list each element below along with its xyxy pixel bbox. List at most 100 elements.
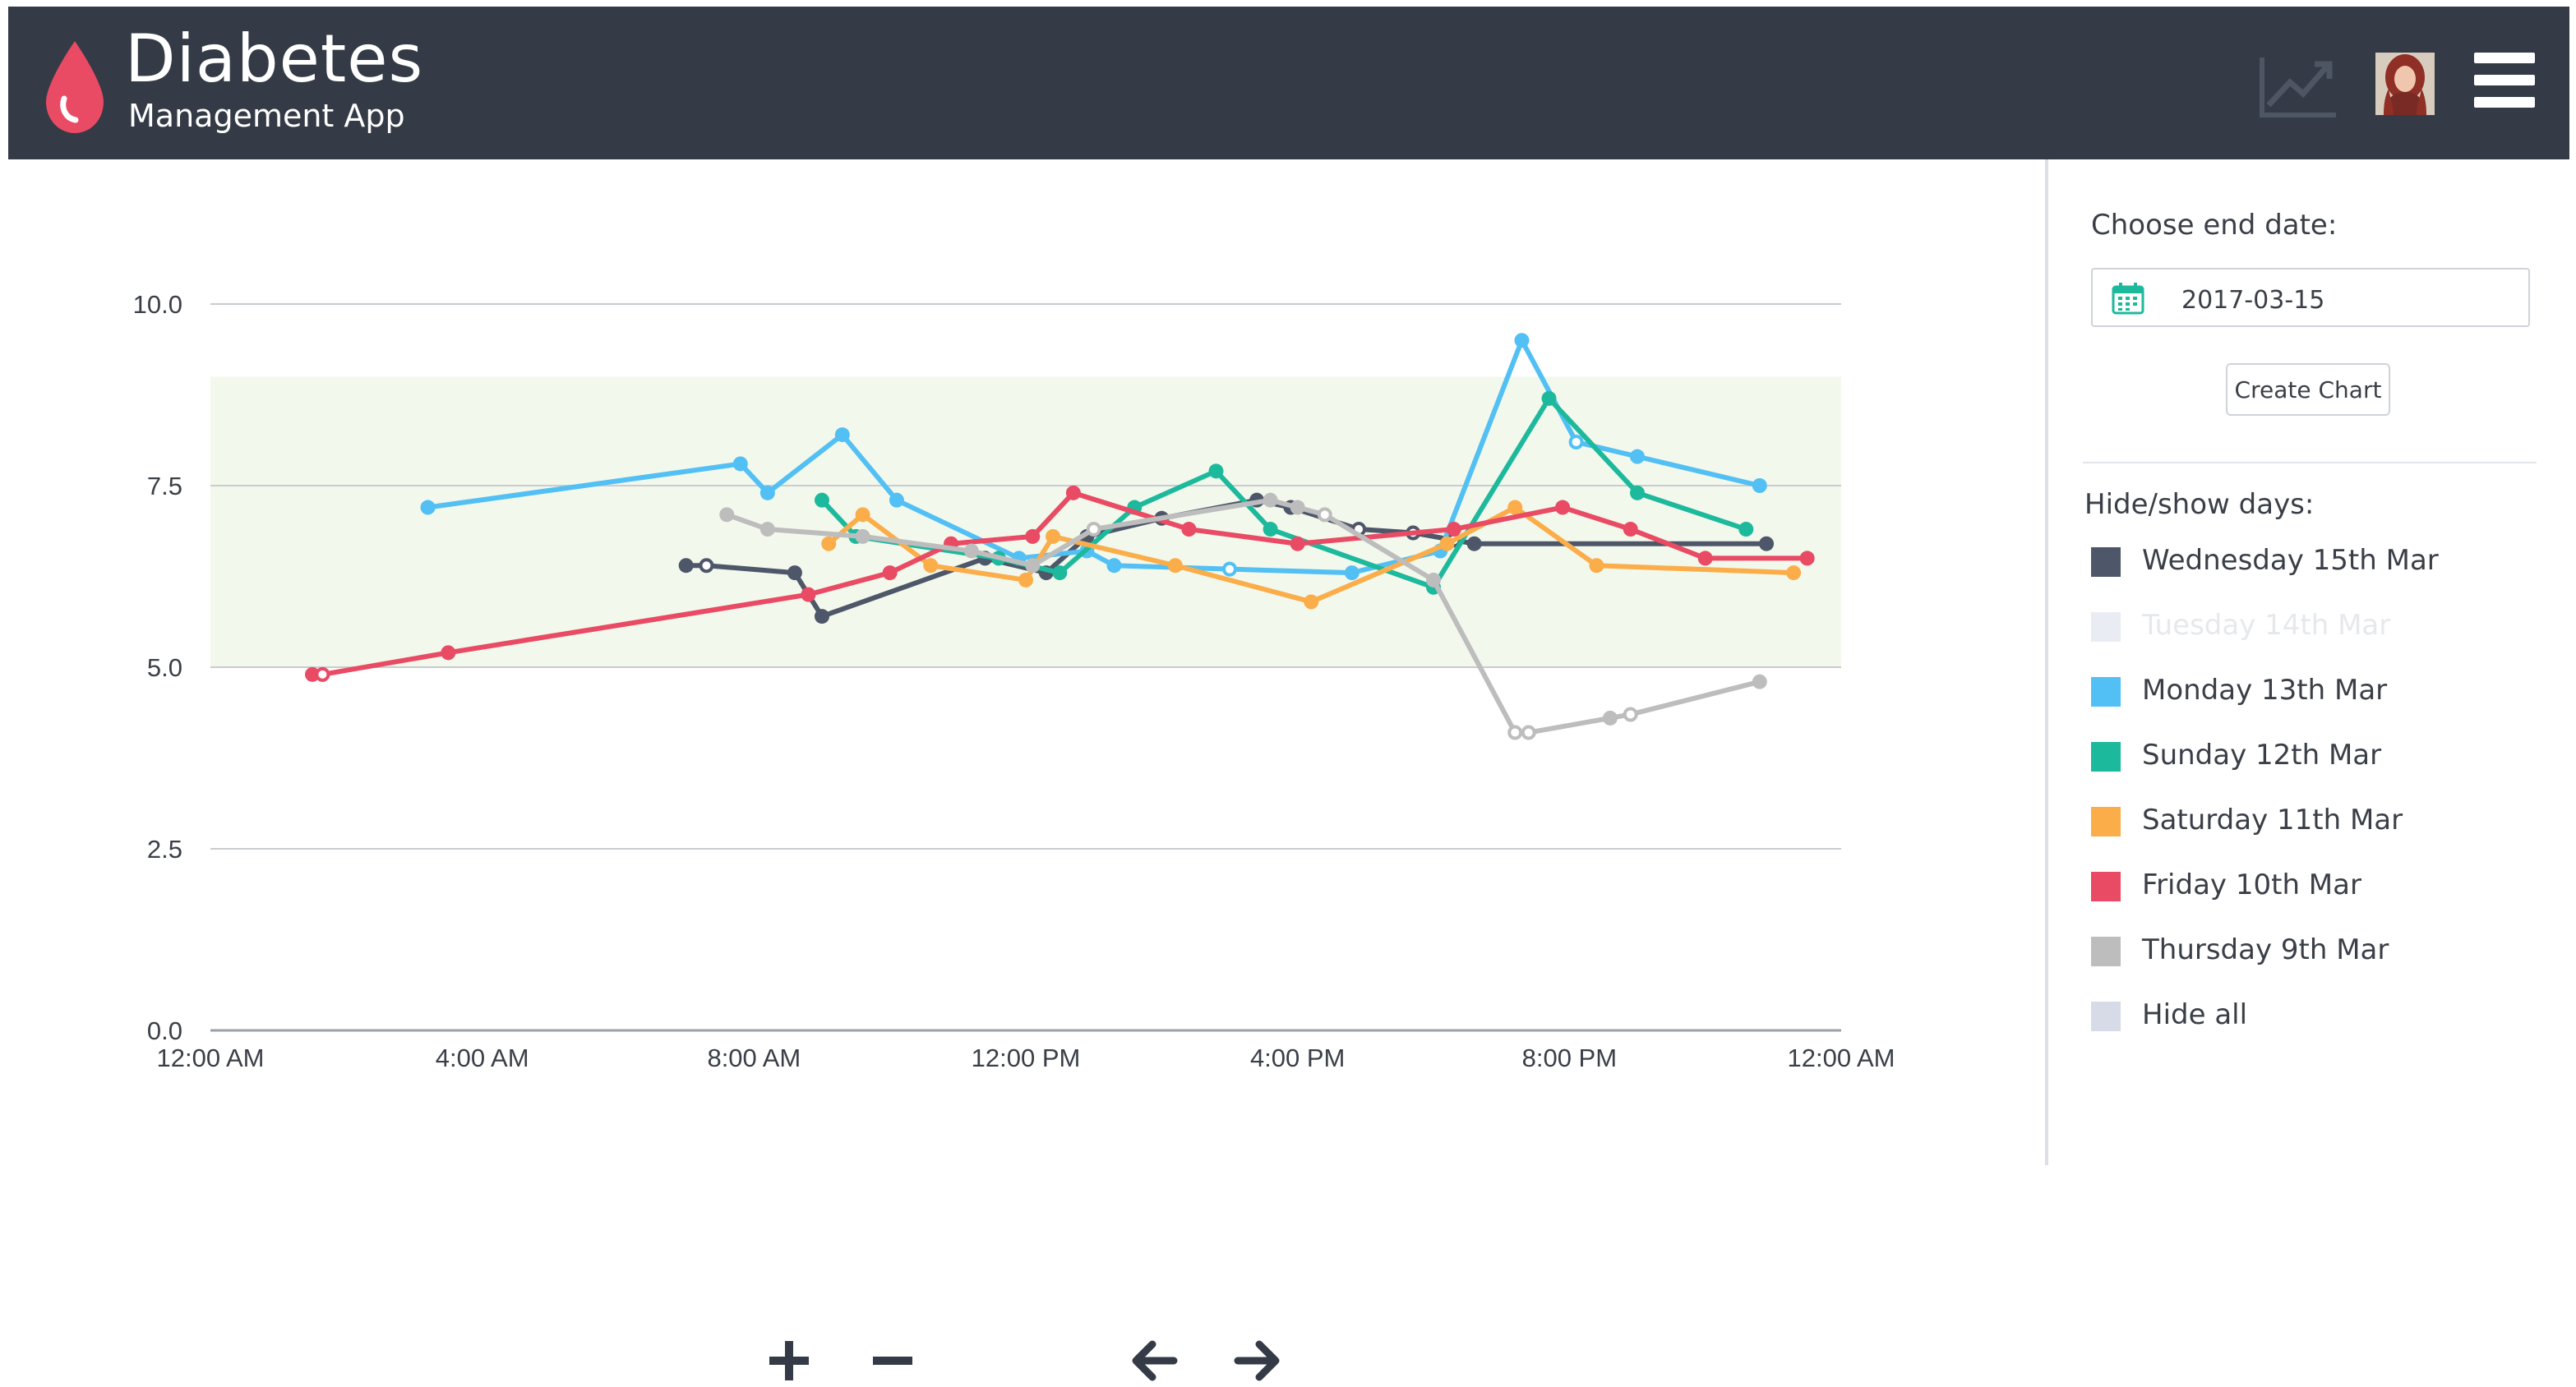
day-color-swatch bbox=[2091, 612, 2121, 642]
data-point-friday-10th-mar bbox=[1065, 485, 1081, 500]
x-tick-label: 12:00 AM bbox=[1788, 1044, 1895, 1072]
day-color-swatch bbox=[2091, 872, 2121, 901]
data-point-friday-10th-mar bbox=[1446, 522, 1461, 537]
hide-show-days-label: Hide/show days: bbox=[2084, 488, 2315, 521]
back-arrow-button[interactable] bbox=[1128, 1334, 1180, 1387]
data-point-thursday-9th-mar bbox=[1521, 725, 1536, 740]
data-point-thursday-9th-mar bbox=[759, 522, 775, 537]
data-point-thursday-9th-mar bbox=[1426, 572, 1441, 588]
data-point-thursday-9th-mar bbox=[1602, 710, 1618, 726]
day-label: Wednesday 15th Mar bbox=[2142, 544, 2439, 577]
sidebar-divider-line bbox=[2083, 462, 2537, 463]
day-label: Tuesday 14th Mar bbox=[2142, 609, 2391, 642]
data-point-thursday-9th-mar bbox=[719, 507, 735, 523]
day-color-swatch bbox=[2091, 807, 2121, 836]
data-point-thursday-9th-mar bbox=[1263, 492, 1278, 508]
data-point-sunday-12th-mar bbox=[1738, 522, 1754, 537]
data-point-sunday-12th-mar bbox=[1541, 390, 1557, 406]
app-subtitle: Management App bbox=[128, 98, 405, 134]
chart-canvas: 0.0 2.5 5.0 7.5 10.0 12:00 AM 4:00 AM 8:00 AM 12… bbox=[133, 290, 1895, 1072]
day-label: Hide all bbox=[2142, 998, 2248, 1031]
x-tick-label: 4:00 AM bbox=[436, 1044, 529, 1072]
data-point-saturday-11th-mar bbox=[923, 558, 939, 574]
data-point-monday-13th-mar bbox=[759, 485, 775, 500]
data-point-saturday-11th-mar bbox=[1786, 565, 1802, 581]
end-date-value: 2017-03-15 bbox=[2181, 286, 2325, 315]
data-point-sunday-12th-mar bbox=[1263, 522, 1278, 537]
data-point-wednesday-15th-mar bbox=[787, 565, 802, 581]
data-point-wednesday-15th-mar bbox=[1466, 536, 1482, 551]
data-point-monday-13th-mar bbox=[1344, 565, 1360, 581]
data-point-thursday-9th-mar bbox=[1507, 725, 1523, 740]
data-point-saturday-11th-mar bbox=[1304, 594, 1319, 610]
data-point-saturday-11th-mar bbox=[1046, 528, 1061, 544]
app-title: Diabetes bbox=[125, 21, 424, 97]
data-point-thursday-9th-mar bbox=[855, 528, 870, 544]
x-tick-label: 12:00 AM bbox=[157, 1044, 265, 1072]
data-point-sunday-12th-mar bbox=[815, 492, 829, 508]
data-point-saturday-11th-mar bbox=[855, 507, 870, 523]
zoom-out-button[interactable] bbox=[866, 1334, 919, 1387]
sidebar: Choose end date: 2017-03-15 Create Chart… bbox=[2048, 159, 2576, 1272]
data-point-friday-10th-mar bbox=[801, 587, 816, 602]
data-point-monday-13th-mar bbox=[1568, 434, 1584, 449]
y-tick-label: 7.5 bbox=[147, 472, 182, 500]
data-point-monday-13th-mar bbox=[1752, 478, 1767, 493]
data-point-saturday-11th-mar bbox=[1439, 536, 1455, 551]
data-point-friday-10th-mar bbox=[1555, 500, 1571, 515]
hamburger-menu-icon[interactable] bbox=[2474, 53, 2535, 118]
data-point-friday-10th-mar bbox=[315, 666, 330, 682]
data-point-monday-13th-mar bbox=[1106, 558, 1122, 574]
data-point-thursday-9th-mar bbox=[1317, 507, 1332, 523]
y-tick-label: 5.0 bbox=[147, 653, 182, 682]
data-point-monday-13th-mar bbox=[420, 500, 436, 515]
day-label: Monday 13th Mar bbox=[2142, 674, 2388, 707]
data-point-friday-10th-mar bbox=[1181, 522, 1197, 537]
data-point-sunday-12th-mar bbox=[1630, 485, 1645, 500]
zoom-in-button[interactable] bbox=[763, 1334, 815, 1387]
data-point-monday-13th-mar bbox=[1222, 561, 1237, 577]
blood-drop-icon bbox=[46, 41, 104, 133]
data-point-friday-10th-mar bbox=[1799, 551, 1815, 566]
y-tick-label: 10.0 bbox=[133, 290, 182, 319]
day-color-swatch bbox=[2091, 1002, 2121, 1031]
target-range-band bbox=[210, 376, 1841, 667]
data-point-friday-10th-mar bbox=[1290, 536, 1305, 551]
x-tick-label: 8:00 AM bbox=[707, 1044, 801, 1072]
day-label: Sunday 12th Mar bbox=[2142, 739, 2382, 772]
day-label: Saturday 11th Mar bbox=[2142, 804, 2403, 836]
data-point-wednesday-15th-mar bbox=[1759, 536, 1775, 551]
data-point-thursday-9th-mar bbox=[1086, 522, 1101, 537]
data-point-saturday-11th-mar bbox=[1018, 572, 1033, 588]
y-tick-label: 0.0 bbox=[147, 1016, 182, 1045]
data-point-monday-13th-mar bbox=[1630, 449, 1645, 464]
end-date-label: Choose end date: bbox=[2091, 209, 2338, 242]
data-point-friday-10th-mar bbox=[441, 645, 456, 661]
end-date-field[interactable]: 2017-03-15 bbox=[2091, 268, 2530, 327]
data-point-monday-13th-mar bbox=[732, 456, 748, 472]
forward-arrow-button[interactable] bbox=[1231, 1334, 1284, 1387]
day-color-swatch bbox=[2091, 547, 2121, 577]
day-color-swatch bbox=[2091, 937, 2121, 966]
app-header: Diabetes Management App bbox=[8, 7, 2569, 159]
y-tick-label: 2.5 bbox=[147, 835, 182, 864]
day-label: Thursday 9th Mar bbox=[2142, 933, 2389, 966]
data-point-friday-10th-mar bbox=[1623, 522, 1638, 537]
data-point-saturday-11th-mar bbox=[1167, 558, 1183, 574]
data-point-monday-13th-mar bbox=[889, 492, 904, 508]
data-point-thursday-9th-mar bbox=[963, 543, 979, 559]
day-color-swatch bbox=[2091, 742, 2121, 772]
create-chart-button[interactable]: Create Chart bbox=[2226, 363, 2390, 416]
data-point-sunday-12th-mar bbox=[1208, 463, 1224, 479]
data-point-saturday-11th-mar bbox=[1589, 558, 1604, 574]
data-point-wednesday-15th-mar bbox=[678, 558, 694, 574]
data-point-wednesday-15th-mar bbox=[699, 558, 714, 574]
trend-chart-icon[interactable] bbox=[2257, 54, 2339, 120]
data-point-sunday-12th-mar bbox=[1052, 565, 1068, 581]
day-color-swatch bbox=[2091, 677, 2121, 707]
x-tick-label: 12:00 PM bbox=[972, 1044, 1081, 1072]
user-avatar[interactable] bbox=[2375, 53, 2435, 115]
x-tick-label: 8:00 PM bbox=[1522, 1044, 1617, 1072]
avatar-portrait bbox=[2375, 53, 2435, 115]
calendar-icon bbox=[2112, 283, 2144, 315]
